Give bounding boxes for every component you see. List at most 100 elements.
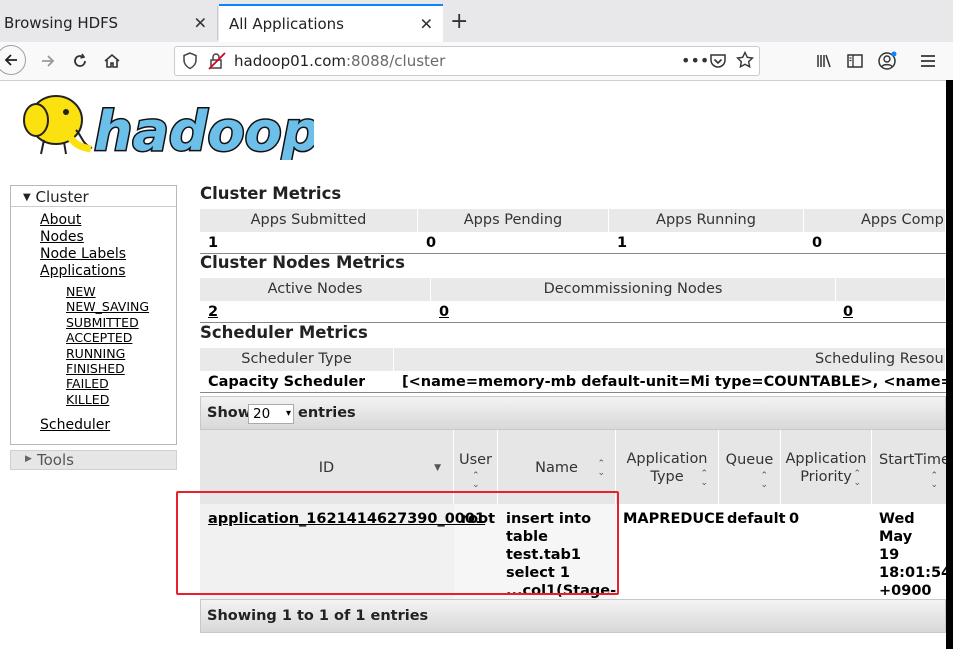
cell-priority: 0 <box>789 511 800 527</box>
sidebar-cluster: ▼ Cluster About Nodes Node Labels Applic… <box>10 185 177 445</box>
sidebar-link-about[interactable]: About <box>40 212 81 228</box>
col-header-queue[interactable]: Queue ⌃ ⌄ <box>719 430 781 504</box>
col-label: Queue <box>725 452 774 468</box>
metric-header: Apps Pending <box>418 209 609 232</box>
table-toolbar: Show 20 ▾ entries <box>200 396 946 430</box>
back-icon[interactable] <box>0 45 26 75</box>
node-metric-link[interactable]: 0 <box>843 301 853 323</box>
col-label: User <box>458 452 493 468</box>
metric-value: 1 <box>617 235 628 251</box>
col-header-application-priority[interactable]: Application Priority ⌃ ⌄ <box>781 430 872 504</box>
cluster-nodes-metrics-table: Active Nodes Decommissioning Nodes 2 0 0 <box>200 278 946 324</box>
tab-all-applications[interactable]: All Applications ✕ <box>219 4 443 42</box>
sort-icon: ⌃ ⌄ <box>930 471 938 490</box>
start-line: Wed May <box>879 511 915 545</box>
url-path: :8088/cluster <box>346 52 446 70</box>
account-icon[interactable] <box>875 49 899 73</box>
metric-header: Apps Submitted <box>200 209 418 232</box>
col-label: StartTime <box>879 452 950 468</box>
tab-label: Browsing HDFS <box>4 14 119 32</box>
sort-icon: ⌃ ⌄ <box>853 469 861 488</box>
page-size-value: 20 <box>253 406 271 422</box>
elephant-icon <box>23 95 93 155</box>
hadoop-wordmark: hadoop <box>94 100 314 160</box>
sidebar-state-new[interactable]: NEW <box>66 284 96 299</box>
metric-value: Capacity Scheduler <box>208 374 366 390</box>
url-text[interactable]: hadoop01.com:8088/cluster <box>234 52 445 70</box>
sidebar-state-accepted[interactable]: ACCEPTED <box>66 330 132 345</box>
sort-icon: ⌃ ⌄ <box>597 459 605 478</box>
tools-label: Tools <box>37 451 74 469</box>
cell-starttime: Wed May 19 18:01:54 +0900 2021 <box>879 510 952 617</box>
sidebar-icon[interactable] <box>843 49 867 73</box>
highlight-box <box>176 491 619 595</box>
col-header-application-type[interactable]: Application Type ⌃ ⌄ <box>616 430 719 504</box>
sidebar-state-failed[interactable]: FAILED <box>66 376 109 391</box>
menu-icon[interactable] <box>916 49 940 73</box>
page-size-select[interactable]: 20 ▾ <box>248 404 294 424</box>
cell-queue: default <box>727 511 786 527</box>
sidebar-state-finished[interactable]: FINISHED <box>66 361 125 376</box>
entries-label: entries <box>298 405 356 421</box>
sidebar-state-running[interactable]: RUNNING <box>66 346 125 361</box>
close-icon[interactable]: ✕ <box>194 14 207 33</box>
metric-header: Active Nodes <box>200 278 431 301</box>
sidebar-link-scheduler[interactable]: Scheduler <box>40 417 110 433</box>
col-label: Application Type <box>626 451 708 485</box>
sort-icon: ⌃ ⌄ <box>472 471 480 490</box>
start-line: 18:01:54 <box>879 565 952 581</box>
tab-label: All Applications <box>229 15 344 33</box>
hadoop-logo[interactable]: hadoop <box>14 90 322 165</box>
home-icon[interactable] <box>100 49 124 73</box>
metric-value: 1 <box>208 235 219 251</box>
bookmark-star-icon[interactable] <box>735 50 755 73</box>
metric-header: Apps Comple <box>804 209 946 232</box>
metric-value: 0 <box>812 235 823 251</box>
metric-header: Scheduling Resource <box>394 348 946 371</box>
metric-header: Scheduler Type <box>200 348 394 371</box>
start-line: 19 <box>879 547 900 563</box>
scheduler-metrics-title: Scheduler Metrics <box>200 323 368 342</box>
window-edge <box>946 80 953 649</box>
close-icon[interactable]: ✕ <box>420 15 433 34</box>
shield-icon[interactable] <box>182 52 198 74</box>
url-host: hadoop01.com <box>234 52 346 70</box>
sort-icon: ⌃ ⌄ <box>700 469 708 488</box>
metric-value: 0 <box>426 235 437 251</box>
triangle-right-icon: ▶ <box>25 454 32 464</box>
sort-desc-icon: ▼ <box>434 463 441 473</box>
tab-bar: Browsing HDFS ✕ All Applications ✕ + <box>0 0 953 46</box>
insecure-lock-icon[interactable] <box>208 52 226 74</box>
tab-browsing-hdfs[interactable]: Browsing HDFS ✕ <box>0 6 218 40</box>
active-nodes-link[interactable]: 2 <box>208 301 218 323</box>
sidebar-state-submitted[interactable]: SUBMITTED <box>66 315 139 330</box>
col-header-starttime[interactable]: StartTime ⌃ ⌄ <box>872 430 950 504</box>
cluster-metrics-title: Cluster Metrics <box>200 184 342 203</box>
more-icon[interactable]: ••• <box>681 51 709 70</box>
cluster-nodes-metrics-title: Cluster Nodes Metrics <box>200 253 405 272</box>
url-bar[interactable]: hadoop01.com:8088/cluster ••• <box>174 46 760 76</box>
start-line: +0900 <box>879 583 932 599</box>
showing-entries-text: Showing 1 to 1 of 1 entries <box>207 608 429 624</box>
forward-icon[interactable] <box>36 49 60 73</box>
show-label: Show <box>207 405 252 421</box>
pocket-icon[interactable] <box>709 52 727 74</box>
library-icon[interactable] <box>812 49 836 73</box>
cell-application-type: MAPREDUCE <box>623 511 725 527</box>
sidebar-link-node-labels[interactable]: Node Labels <box>40 246 126 262</box>
sidebar-state-new-saving[interactable]: NEW_SAVING <box>66 299 149 314</box>
sidebar-state-killed[interactable]: KILLED <box>66 392 109 407</box>
new-tab-icon[interactable]: + <box>450 9 468 34</box>
decommissioning-nodes-link[interactable]: 0 <box>439 301 449 323</box>
cluster-header[interactable]: ▼ Cluster <box>23 188 89 206</box>
metric-header <box>836 278 946 301</box>
reload-icon[interactable] <box>68 49 92 73</box>
sidebar-link-applications[interactable]: Applications <box>40 263 126 279</box>
sidebar-tools[interactable]: ▶ Tools <box>10 450 177 470</box>
cluster-label: Cluster <box>35 188 89 206</box>
chevron-down-icon: ▾ <box>285 408 291 419</box>
sidebar-link-nodes[interactable]: Nodes <box>40 229 84 245</box>
metric-header: Apps Running <box>609 209 804 232</box>
table-footer: Showing 1 to 1 of 1 entries <box>200 599 946 633</box>
col-label: ID <box>318 460 335 476</box>
